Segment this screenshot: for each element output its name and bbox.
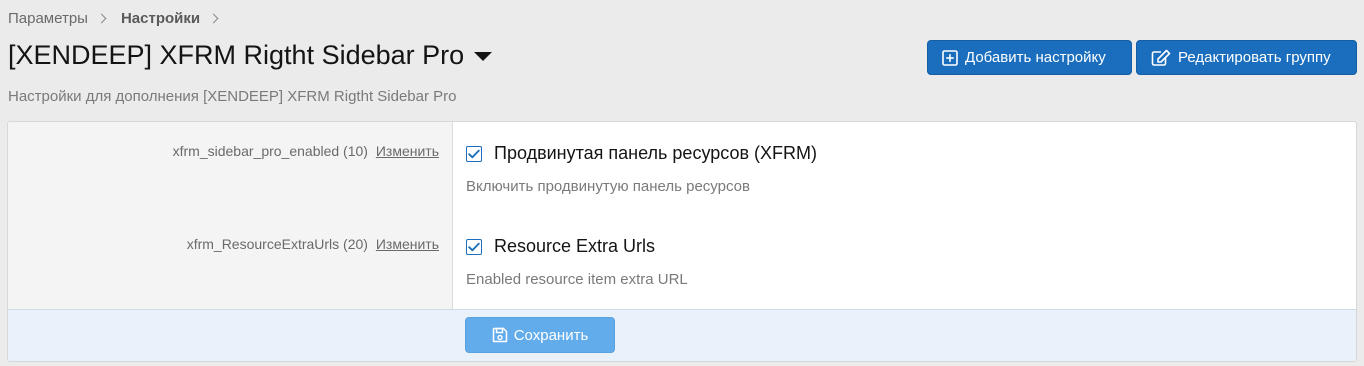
caret-down-icon[interactable]	[474, 52, 493, 61]
checkbox-checked-icon[interactable]	[466, 238, 482, 255]
breadcrumb-item-settings[interactable]: Настройки	[121, 10, 200, 27]
option-checkbox-row-2[interactable]: Resource Extra Urls	[466, 236, 655, 257]
chevron-right-icon	[96, 13, 107, 24]
option-key-label: xfrm_sidebar_pro_enabled (10)	[172, 143, 368, 159]
page-description: Настройки для дополнения [XENDEEP] XFRM …	[8, 88, 457, 105]
option-edit-link[interactable]: Изменить	[376, 236, 439, 252]
edit-icon	[1151, 49, 1171, 66]
chevron-right-icon	[208, 13, 219, 24]
form-footer: Сохранить	[8, 309, 1356, 361]
breadcrumb-item-parameters[interactable]: Параметры	[8, 10, 88, 27]
option-hint: Включить продвинутую панель ресурсов	[466, 178, 750, 195]
options-form: xfrm_sidebar_pro_enabled (10) Изменить x…	[7, 121, 1357, 362]
save-button-label: Сохранить	[513, 326, 589, 344]
option-key-label: xfrm_ResourceExtraUrls (20)	[186, 236, 368, 252]
option-hint: Enabled resource item extra URL	[466, 271, 688, 288]
option-title[interactable]: Продвинутая панель ресурсов (XFRM)	[494, 143, 817, 164]
add-option-button-label: Добавить настройку	[965, 49, 1106, 66]
add-option-button[interactable]: Добавить настройку	[927, 40, 1132, 75]
option-key-row-2: xfrm_ResourceExtraUrls (20) Изменить	[187, 236, 439, 252]
option-checkbox-row-1[interactable]: Продвинутая панель ресурсов (XFRM)	[466, 143, 817, 164]
page-title[interactable]: [XENDEEP] XFRM Rigtht Sidebar Pro	[8, 40, 493, 71]
options-list: xfrm_sidebar_pro_enabled (10) Изменить x…	[8, 122, 1356, 309]
edit-group-button[interactable]: Редактировать группу	[1136, 40, 1357, 75]
option-title[interactable]: Resource Extra Urls	[494, 236, 655, 257]
option-keys-column: xfrm_sidebar_pro_enabled (10) Изменить x…	[8, 122, 453, 309]
breadcrumb: Параметры Настройки	[8, 10, 233, 27]
option-edit-link[interactable]: Изменить	[376, 143, 439, 159]
checkbox-checked-icon[interactable]	[466, 145, 482, 162]
edit-group-button-label: Редактировать группу	[1178, 49, 1331, 66]
plus-square-icon	[942, 49, 958, 66]
save-button[interactable]: Сохранить	[465, 317, 615, 353]
option-values-column: Продвинутая панель ресурсов (XFRM) Включ…	[453, 122, 1356, 309]
page-title-text: [XENDEEP] XFRM Rigtht Sidebar Pro	[8, 40, 465, 70]
save-icon	[492, 327, 507, 343]
option-key-row-1: xfrm_sidebar_pro_enabled (10) Изменить	[173, 143, 439, 159]
page: Параметры Настройки [XENDEEP] XFRM Rigth…	[0, 0, 1364, 366]
